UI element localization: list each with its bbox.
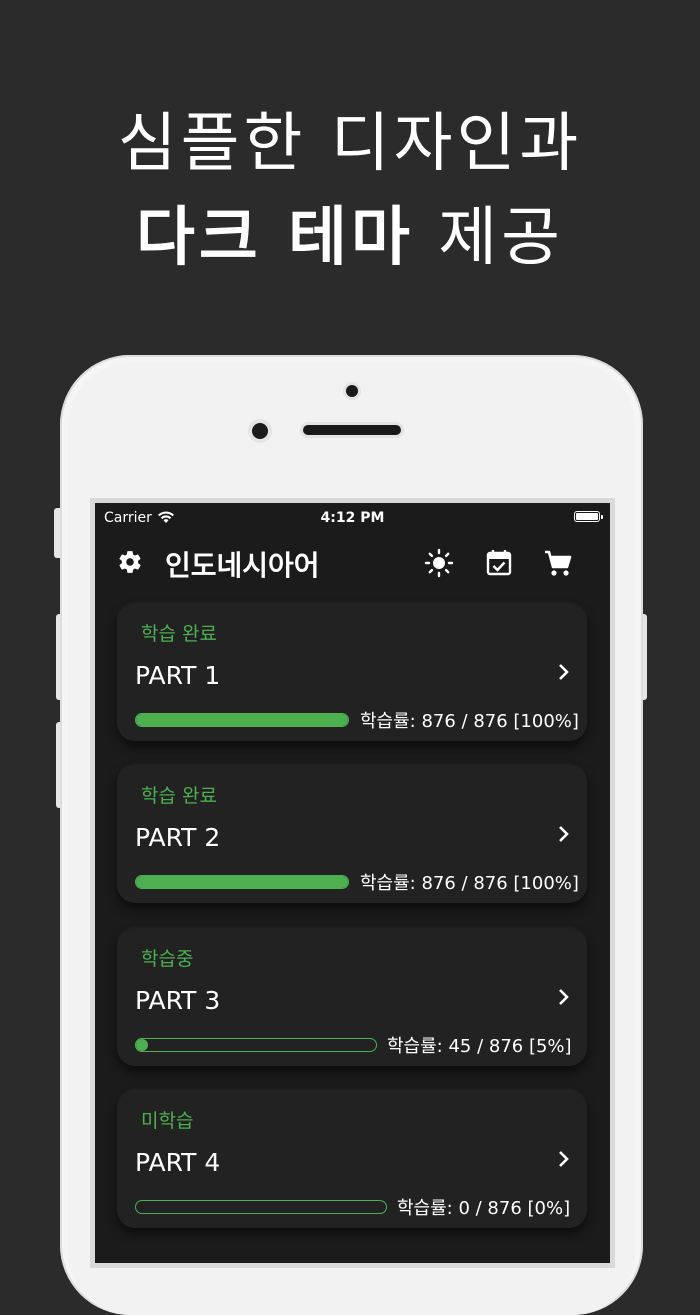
promo-headline-bold: 다크 테마: [136, 201, 414, 275]
clock: 4:12 PM: [320, 510, 385, 526]
part-name: PART 1: [135, 661, 221, 690]
progress-text: 학습률: 876 / 876 [100%]: [360, 711, 579, 732]
progress-text: 학습률: 0 / 876 [0%]: [397, 1198, 571, 1219]
promo-headline-light: 제공: [438, 201, 564, 275]
app-bar: 인도네시아어: [95, 531, 610, 597]
chevron-right-icon: [559, 989, 569, 1005]
calendar-check-icon[interactable]: [483, 547, 515, 579]
chevron-right-icon: [559, 664, 569, 680]
chevron-right-icon: [559, 1151, 569, 1167]
cart-icon[interactable]: [542, 547, 574, 579]
part-card-2[interactable]: 학습 완료 PART 2 학습률: 876 / 876 [100%]: [117, 765, 587, 903]
part-name: PART 2: [135, 823, 221, 852]
part-card-1[interactable]: 학습 완료 PART 1 학습률: 876 / 876 [100%]: [117, 603, 587, 741]
part-card-4[interactable]: 미학습 PART 4 학습률: 0 / 876 [0%]: [117, 1090, 587, 1228]
progress-bar: [135, 713, 349, 727]
battery-icon: [574, 511, 603, 522]
part-status: 미학습: [141, 1110, 194, 1132]
phone-front-camera: [346, 385, 358, 397]
progress-bar: [135, 1200, 387, 1214]
gear-icon[interactable]: [117, 549, 143, 575]
progress-bar: [135, 1038, 377, 1052]
part-status: 학습 완료: [141, 623, 217, 645]
promo-headline-line2: 다크 테마 제공: [0, 186, 700, 278]
part-card-3[interactable]: 학습중 PART 3 학습률: 45 / 876 [5%]: [117, 928, 587, 1066]
status-bar: Carrier 4:12 PM: [95, 503, 610, 531]
progress-bar: [135, 875, 349, 889]
app-title: 인도네시아어: [165, 549, 320, 582]
progress-text: 학습률: 45 / 876 [5%]: [387, 1036, 572, 1057]
part-status: 학습중: [141, 948, 194, 970]
progress-text: 학습률: 876 / 876 [100%]: [360, 873, 579, 894]
chevron-right-icon: [559, 826, 569, 842]
phone-sensor: [252, 423, 268, 439]
brightness-icon[interactable]: [423, 547, 455, 579]
part-name: PART 3: [135, 986, 221, 1015]
app-screen: Carrier 4:12 PM 인도네시아어 학습 완료 PART 1 학습률:…: [95, 503, 610, 1263]
part-status: 학습 완료: [141, 785, 217, 807]
part-name: PART 4: [135, 1148, 221, 1177]
phone-speaker: [303, 425, 401, 435]
promo-headline-line1: 심플한 디자인과: [117, 107, 583, 181]
